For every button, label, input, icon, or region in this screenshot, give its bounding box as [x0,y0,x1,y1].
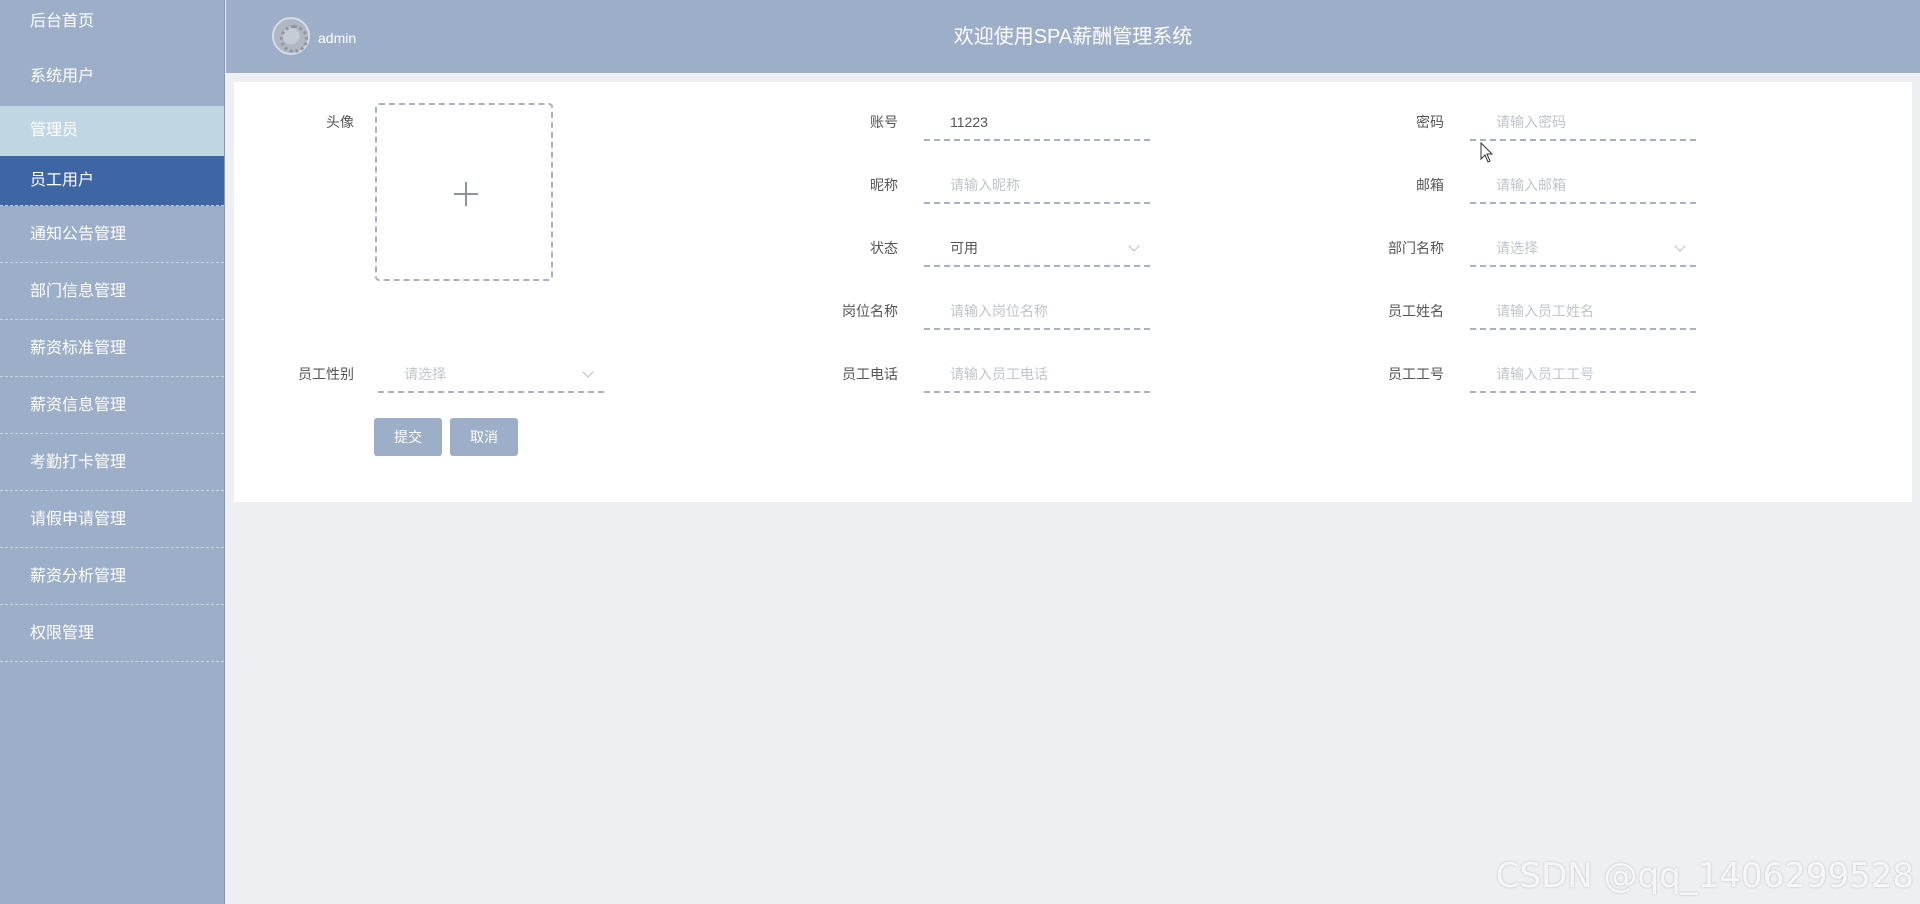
sidebar-item-salary-standard[interactable]: 薪资标准管理 [0,320,224,377]
department-label: 部门名称 [1388,240,1444,256]
employee-form-panel: 头像 账号 11223 昵称 请输入昵称 状态 可用 岗位名称 请输入岗位名称 … [234,82,1912,502]
top-header: admin 欢迎使用SPA薪酬管理系统 [226,0,1920,73]
sidebar-item-permissions[interactable]: 权限管理 [0,605,224,662]
avatar-label: 头像 [326,114,354,130]
status-label: 状态 [870,240,898,256]
password-label: 密码 [1416,114,1444,130]
account-input[interactable]: 11223 [924,103,1150,141]
employee-name-label: 员工姓名 [1388,303,1444,319]
sidebar-item-home[interactable]: 后台首页 [0,0,224,48]
nickname-input[interactable]: 请输入昵称 [924,166,1150,204]
sidebar-item-system-users[interactable]: 系统用户 [0,48,224,106]
email-input[interactable]: 请输入邮箱 [1470,166,1696,204]
page-title: 欢迎使用SPA薪酬管理系统 [953,26,1193,48]
phone-label: 员工电话 [842,366,898,382]
status-value: 可用 [950,240,978,256]
sidebar-item-notice-management[interactable]: 通知公告管理 [0,206,224,263]
department-placeholder: 请选择 [1496,240,1538,256]
sidebar-item-salary-analysis[interactable]: 薪资分析管理 [0,548,224,605]
account-label: 账号 [870,114,898,130]
sidebar-item-attendance[interactable]: 考勤打卡管理 [0,434,224,491]
gender-label: 员工性别 [298,366,354,382]
sidebar: 后台首页 系统用户 管理员 员工用户 通知公告管理 部门信息管理 薪资标准管理 … [0,0,225,904]
chevron-down-icon [582,366,594,378]
avatar-upload[interactable] [375,103,553,281]
sidebar-item-leave-request[interactable]: 请假申请管理 [0,491,224,548]
sidebar-item-employee-users[interactable]: 员工用户 [0,156,224,206]
department-select[interactable]: 请选择 [1470,229,1696,267]
sidebar-item-salary-info[interactable]: 薪资信息管理 [0,377,224,434]
sidebar-item-department-management[interactable]: 部门信息管理 [0,263,224,320]
employee-no-input[interactable]: 请输入员工工号 [1470,355,1696,393]
position-input[interactable]: 请输入岗位名称 [924,292,1150,330]
status-select[interactable]: 可用 [924,229,1150,267]
position-label: 岗位名称 [842,303,898,319]
password-input[interactable]: 请输入密码 [1470,103,1696,141]
employee-name-input[interactable]: 请输入员工姓名 [1470,292,1696,330]
chevron-down-icon [1128,240,1140,252]
cancel-button[interactable]: 取消 [450,418,518,456]
submit-button[interactable]: 提交 [374,418,442,456]
phone-input[interactable]: 请输入员工电话 [924,355,1150,393]
nickname-label: 昵称 [870,177,898,193]
gender-placeholder: 请选择 [404,366,446,382]
watermark: CSDN @qq_1406299528 [1495,856,1914,896]
mouse-cursor-icon [1480,142,1494,163]
email-label: 邮箱 [1416,177,1444,193]
gender-select[interactable]: 请选择 [378,355,604,393]
employee-no-label: 员工工号 [1388,366,1444,382]
chevron-down-icon [1674,240,1686,252]
sidebar-item-admin[interactable]: 管理员 [0,106,224,156]
